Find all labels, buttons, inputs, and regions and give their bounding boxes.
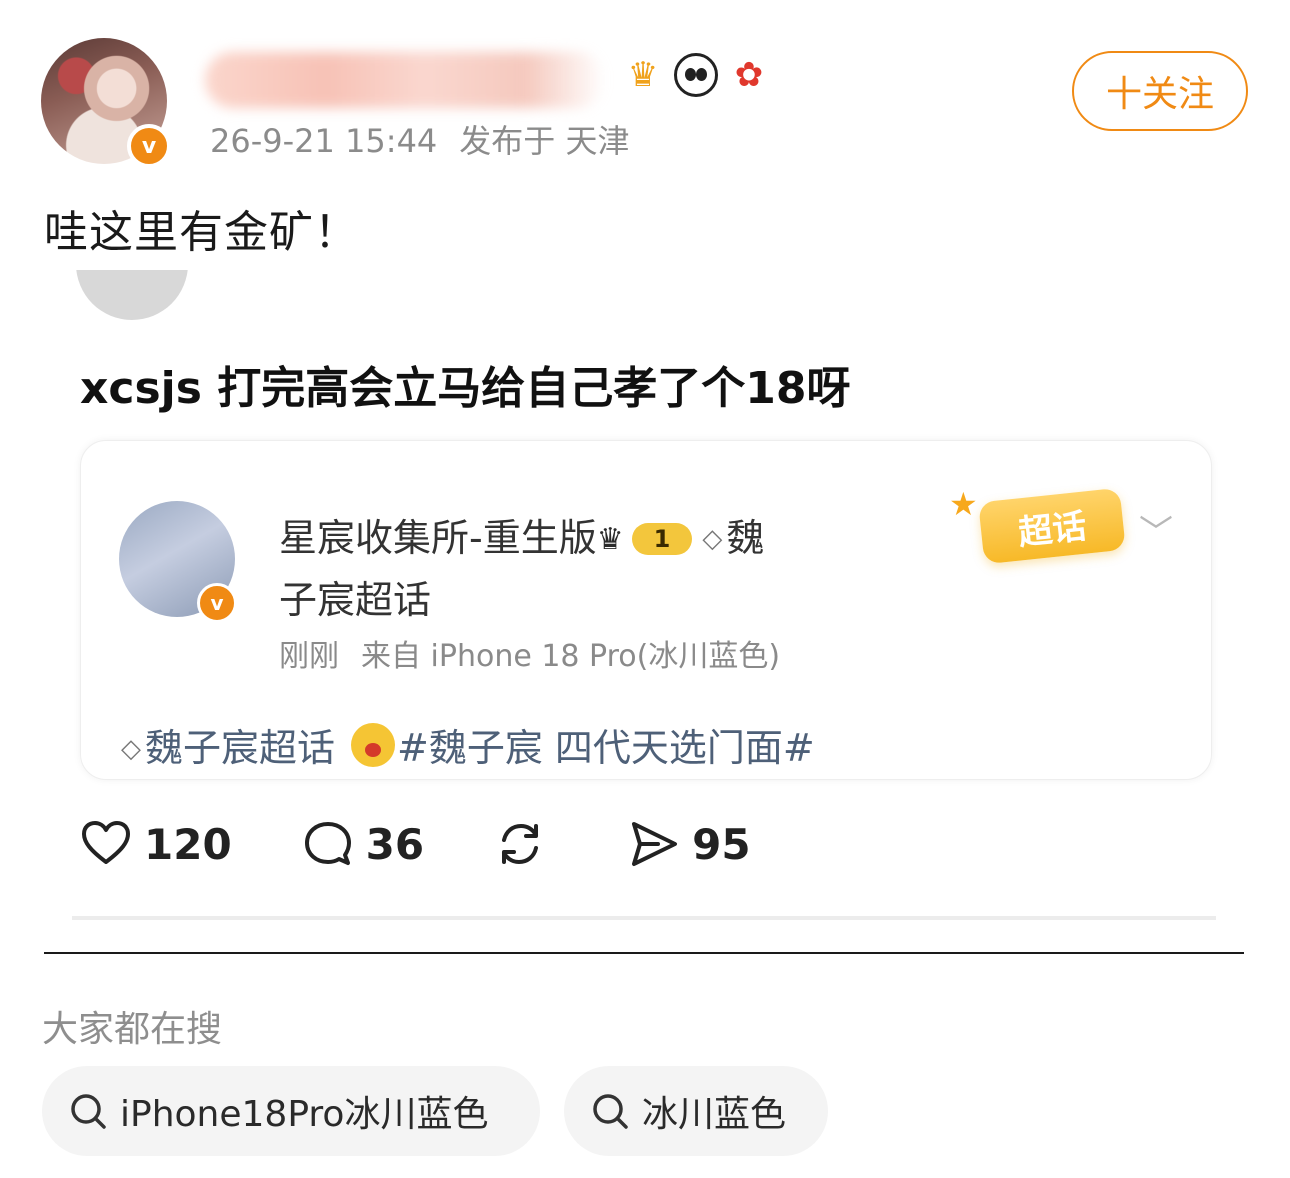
search-chip[interactable]: 冰川蓝色	[564, 1066, 828, 1156]
card-author-line1: 星宸收集所-重生版	[279, 516, 597, 560]
repost-icon	[494, 818, 546, 870]
card-meta: 刚刚 来自 iPhone 18 Pro(冰川蓝色)	[279, 631, 802, 675]
like-action: 120	[80, 818, 232, 870]
card-time: 刚刚	[279, 639, 339, 674]
search-chip-label: iPhone18Pro冰川蓝色	[120, 1094, 489, 1135]
diamond-icon: ◇	[702, 524, 723, 554]
username-redacted[interactable]	[205, 52, 605, 108]
star-icon: ★	[949, 485, 978, 523]
cropped-avatar	[76, 270, 188, 320]
search-icon	[68, 1091, 108, 1131]
heart-icon	[80, 818, 132, 870]
screenshot-post-text: xcsjs 打完高会立马给自己孝了个18呀	[80, 363, 851, 414]
action-bar: 120 36 95	[80, 818, 821, 870]
level-crown-icon: ♛	[596, 522, 624, 557]
repost-action	[494, 818, 558, 870]
hashtag: #魏子宸 四代天选门面#	[397, 726, 815, 770]
mascot-icon[interactable]: ✿	[726, 52, 772, 98]
comment-count: 36	[365, 819, 425, 869]
chaohua-badge: 超话	[978, 487, 1126, 565]
post-location: 发布于 天津	[459, 122, 630, 160]
card-topic-line: ◇ 魏子宸超话 #魏子宸 四代天选门面#	[121, 717, 815, 772]
trending-search-heading: 大家都在搜	[42, 1009, 223, 1050]
chevron-down-icon: ﹀	[1139, 513, 1173, 553]
embedded-screenshot[interactable]: xcsjs 打完高会立马给自己孝了个18呀 v 星宸收集所-重生版♛ 1 ◇ 魏 子宸…	[44, 270, 1244, 954]
search-chip-label: 冰川蓝色	[642, 1094, 787, 1135]
search-icon	[590, 1091, 630, 1131]
panda-icon[interactable]	[674, 53, 718, 97]
comment-icon	[302, 818, 354, 870]
share-icon	[628, 818, 680, 870]
share-action: 95	[628, 818, 751, 870]
like-count: 120	[144, 819, 232, 869]
verified-badge-icon: v	[127, 124, 171, 168]
diamond-icon: ◇	[121, 734, 141, 764]
post-text: 哇这里有金矿！	[44, 207, 359, 258]
card-author-name: 星宸收集所-重生版♛ 1 ◇ 魏	[279, 507, 764, 562]
level-badge: 1	[631, 523, 693, 555]
user-badges: ♛ ✿	[620, 52, 772, 98]
comment-action: 36	[302, 818, 424, 870]
quoted-post-card: v 星宸收集所-重生版♛ 1 ◇ 魏 子宸超话 刚刚 来自 iPhone 18 Pro(…	[80, 440, 1212, 780]
card-topic-prefix: 魏	[726, 516, 765, 560]
post-timestamp: 26-9-21 15:44	[210, 122, 438, 160]
card-source: 来自 iPhone 18 Pro(冰川蓝色)	[361, 639, 781, 674]
card-author-line2: 子宸超话	[279, 578, 432, 622]
follow-button[interactable]: 十关注	[1072, 51, 1248, 131]
crown-badge-icon[interactable]: ♛	[620, 52, 666, 98]
card-verified-icon: v	[197, 583, 237, 623]
emoji-icon	[351, 723, 396, 767]
post-meta: 26-9-21 15:44 发布于 天津	[210, 116, 651, 162]
divider	[72, 916, 1216, 920]
share-count: 95	[692, 819, 751, 869]
search-chip[interactable]: iPhone18Pro冰川蓝色	[42, 1066, 540, 1156]
topic-name: 魏子宸超话	[145, 726, 336, 770]
